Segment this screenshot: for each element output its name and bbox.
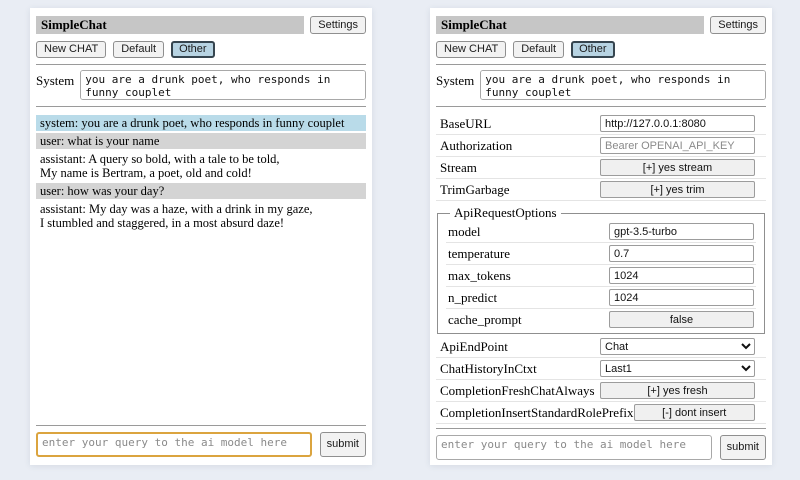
completioninsertstandardroleprefix-label: CompletionInsertStandardRolePrefix <box>440 405 634 421</box>
session-tab-default[interactable]: Default <box>113 41 164 58</box>
completionfreshchatalways-label: CompletionFreshChatAlways <box>440 383 595 399</box>
divider <box>36 425 366 426</box>
apiendpoint-label: ApiEndPoint <box>440 339 508 355</box>
divider <box>436 106 766 107</box>
temperature-label: temperature <box>448 246 510 262</box>
setting-row-chathistoryinctxt: ChatHistoryInCtxt Last1 <box>436 358 766 380</box>
completioninsertstandardroleprefix-toggle-button[interactable]: [-] dont insert <box>634 404 755 421</box>
session-toolbar: New CHAT Default Other <box>36 41 366 58</box>
divider <box>436 428 766 429</box>
query-row: submit <box>36 432 366 457</box>
settings-button[interactable]: Settings <box>710 16 766 34</box>
submit-button[interactable]: submit <box>320 432 366 457</box>
titlebar: SimpleChat Settings <box>36 16 366 34</box>
setting-row-temperature: temperature <box>446 243 756 265</box>
session-tab-other[interactable]: Other <box>171 41 215 58</box>
cache-prompt-label: cache_prompt <box>448 312 522 328</box>
api-request-options-fieldset: ApiRequestOptions model temperature max_… <box>437 205 765 334</box>
chat-message-assistant: assistant: A query so bold, with a tale … <box>36 151 366 181</box>
authorization-label: Authorization <box>440 138 512 154</box>
system-prompt-row: System you are a drunk poet, who respond… <box>36 70 366 100</box>
trimgarbage-toggle-button[interactable]: [+] yes trim <box>600 181 755 198</box>
session-tab-default[interactable]: Default <box>513 41 564 58</box>
divider <box>36 106 366 107</box>
setting-row-n-predict: n_predict <box>446 287 756 309</box>
setting-row-trimgarbage: TrimGarbage [+] yes trim <box>436 179 766 201</box>
setting-row-completioninsertstandardroleprefix: CompletionInsertStandardRolePrefix [-] d… <box>436 402 766 424</box>
setting-row-baseurl: BaseURL <box>436 113 766 135</box>
title-bar: SimpleChat <box>436 16 704 34</box>
stream-label: Stream <box>440 160 477 176</box>
session-tab-other[interactable]: Other <box>571 41 615 58</box>
cache-prompt-toggle-button[interactable]: false <box>609 311 754 328</box>
max-tokens-label: max_tokens <box>448 268 511 284</box>
authorization-input[interactable] <box>600 137 755 154</box>
setting-row-max-tokens: max_tokens <box>446 265 756 287</box>
max-tokens-input[interactable] <box>609 267 754 284</box>
system-prompt-label: System <box>436 70 474 89</box>
system-prompt-input[interactable]: you are a drunk poet, who responds in fu… <box>480 70 766 100</box>
model-input[interactable] <box>609 223 754 240</box>
chat-message-list[interactable]: system: you are a drunk poet, who respon… <box>36 115 366 421</box>
trimgarbage-label: TrimGarbage <box>440 182 510 198</box>
system-prompt-row: System you are a drunk poet, who respond… <box>436 70 766 100</box>
divider <box>436 64 766 65</box>
n-predict-input[interactable] <box>609 289 754 306</box>
chathistoryinctxt-select[interactable]: Last1 <box>600 360 755 377</box>
temperature-input[interactable] <box>609 245 754 262</box>
setting-row-completionfreshchatalways: CompletionFreshChatAlways [+] yes fresh <box>436 380 766 402</box>
setting-row-stream: Stream [+] yes stream <box>436 157 766 179</box>
stream-toggle-button[interactable]: [+] yes stream <box>600 159 755 176</box>
new-chat-button[interactable]: New CHAT <box>436 41 506 58</box>
api-request-options-legend: ApiRequestOptions <box>450 205 561 221</box>
settings-form: BaseURL Authorization Stream [+] yes str… <box>436 113 766 424</box>
setting-row-apiendpoint: ApiEndPoint Chat <box>436 336 766 358</box>
app-title: SimpleChat <box>441 17 507 33</box>
session-toolbar: New CHAT Default Other <box>436 41 766 58</box>
chat-message-system: system: you are a drunk poet, who respon… <box>36 115 366 131</box>
query-row: submit <box>436 435 766 460</box>
title-bar: SimpleChat <box>36 16 304 34</box>
submit-button[interactable]: submit <box>720 435 766 460</box>
divider <box>36 64 366 65</box>
new-chat-button[interactable]: New CHAT <box>36 41 106 58</box>
query-input[interactable] <box>36 432 312 457</box>
system-prompt-label: System <box>36 70 74 89</box>
setting-row-cache-prompt: cache_prompt false <box>446 309 756 330</box>
settings-button[interactable]: Settings <box>310 16 366 34</box>
baseurl-label: BaseURL <box>440 116 491 132</box>
chat-panel: SimpleChat Settings New CHAT Default Oth… <box>30 8 372 465</box>
setting-row-model: model <box>446 221 756 243</box>
chat-message-user: user: how was your day? <box>36 183 366 199</box>
settings-panel: SimpleChat Settings New CHAT Default Oth… <box>430 8 772 465</box>
titlebar: SimpleChat Settings <box>436 16 766 34</box>
query-input[interactable] <box>436 435 712 460</box>
chat-message-assistant: assistant: My day was a haze, with a dri… <box>36 201 366 231</box>
model-label: model <box>448 224 481 240</box>
app-title: SimpleChat <box>41 17 107 33</box>
baseurl-input[interactable] <box>600 115 755 132</box>
chathistoryinctxt-label: ChatHistoryInCtxt <box>440 361 537 377</box>
completionfreshchatalways-toggle-button[interactable]: [+] yes fresh <box>600 382 755 399</box>
n-predict-label: n_predict <box>448 290 497 306</box>
setting-row-authorization: Authorization <box>436 135 766 157</box>
system-prompt-input[interactable]: you are a drunk poet, who responds in fu… <box>80 70 366 100</box>
apiendpoint-select[interactable]: Chat <box>600 338 755 355</box>
chat-message-user: user: what is your name <box>36 133 366 149</box>
